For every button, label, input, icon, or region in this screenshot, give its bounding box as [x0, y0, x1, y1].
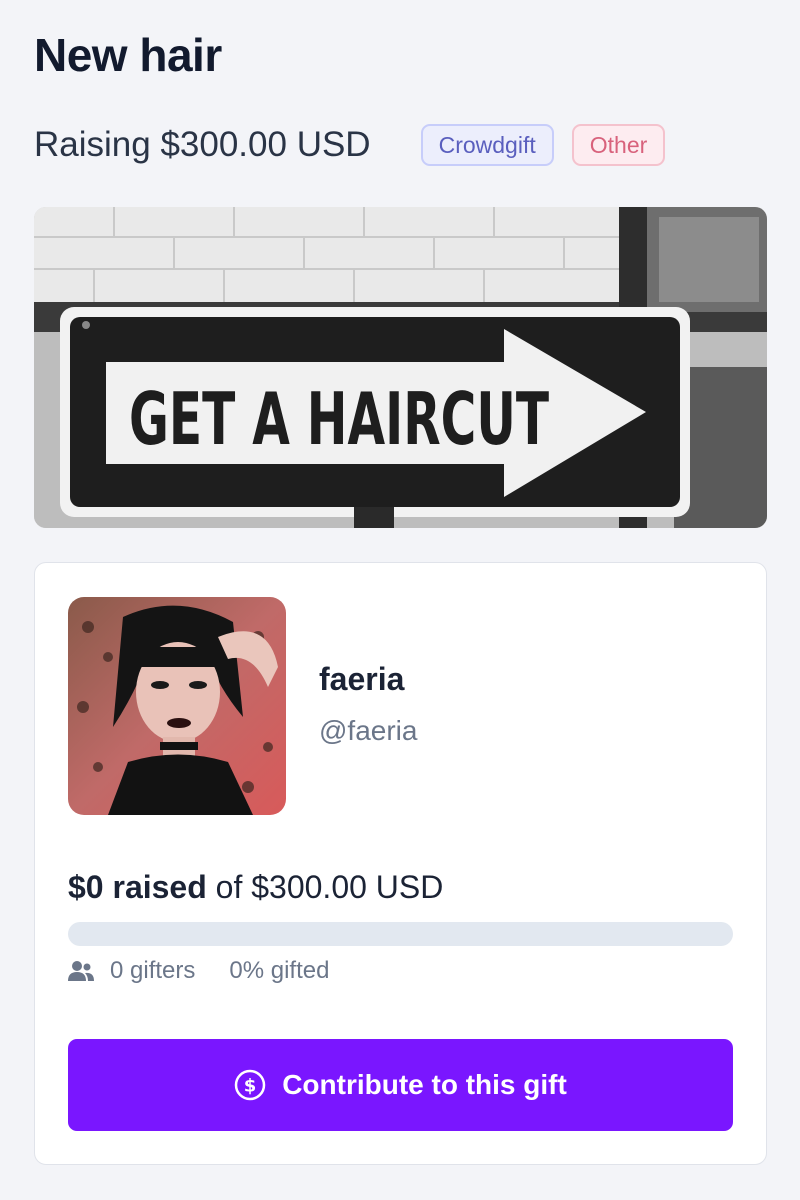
svg-text:$: $ — [244, 1076, 257, 1097]
contribute-button[interactable]: $ Contribute to this gift — [68, 1039, 733, 1131]
users-icon — [68, 961, 94, 981]
subtitle-row: Raising $300.00 USD Crowdgift Other — [34, 120, 666, 170]
creator-avatar[interactable] — [68, 597, 286, 815]
creator-handle[interactable]: @faeria — [319, 715, 417, 747]
contribute-button-label: Contribute to this gift — [282, 1069, 567, 1100]
crowdgift-badge[interactable]: Crowdgift — [420, 124, 554, 166]
profile-photo-icon — [68, 597, 286, 815]
gifters-count: 0 gifters — [110, 957, 196, 984]
gifted-percent: 0% gifted — [229, 957, 330, 984]
funding-stats: 0 gifters 0% gifted — [68, 955, 329, 987]
sign-text: GET A HAIRCUT — [129, 377, 549, 461]
progress-bar — [68, 922, 733, 946]
goal-subtitle: Raising $300.00 USD — [34, 125, 371, 164]
creator-name[interactable]: faeria — [319, 661, 404, 698]
raised-amount: $0 raised — [68, 869, 207, 905]
haircut-sign-image: GET A HAIRCUT — [34, 207, 767, 528]
gift-page: New hair Raising $300.00 USD Crowdgift O… — [0, 0, 800, 1200]
dollar-circle-icon: $ — [234, 1069, 266, 1101]
raised-summary: $0 raised of $300.00 USD — [68, 869, 443, 906]
goal-amount: of $300.00 USD — [206, 869, 444, 905]
page-title: New hair — [34, 29, 222, 81]
category-badge[interactable]: Other — [571, 124, 666, 166]
banner-image: GET A HAIRCUT — [34, 207, 767, 528]
gift-card: faeria @faeria $0 raised of $300.00 USD … — [34, 562, 767, 1165]
